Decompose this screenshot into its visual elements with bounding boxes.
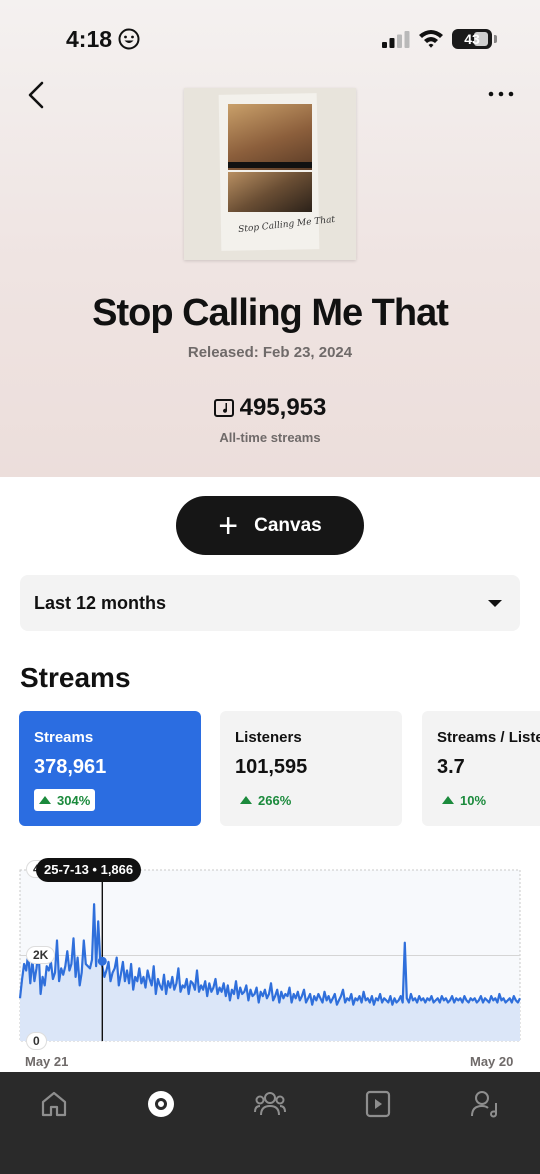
tab-campaigns[interactable] [360,1086,396,1122]
tab-home[interactable] [36,1086,72,1122]
arrow-up-icon [39,796,51,804]
metric-value: 101,595 [235,756,308,778]
metric-label: Streams [34,729,94,746]
section-title: Streams [20,662,131,693]
metric-card-listeners[interactable]: Listeners 101,595 266% [220,711,402,826]
chart-tooltip: 25-7-13 • 1,866 [36,858,142,882]
cover-art: Stop Calling Me That [184,88,356,260]
tab-profile[interactable] [468,1086,504,1122]
status-time: 4:18 [66,26,113,52]
y-tick-label: 0 [26,1032,47,1050]
all-time-streams-value: 495,953 [239,394,327,421]
streams-chart[interactable]: 2K 0 4K 25-7-13 • 1,866 May 21 May 20 [0,850,540,1072]
canvas-button-label: Canvas [254,514,322,536]
arrow-up-icon [240,796,252,804]
wifi-icon [419,30,443,48]
y-tick-label: 2K [26,946,56,964]
metric-card-streams[interactable]: Streams 378,961 304% [19,711,201,826]
x-axis-start-label: May 21 [25,1054,69,1069]
play-square-icon [365,1090,391,1118]
music-note-icon [213,399,234,417]
tab-music[interactable] [143,1086,179,1122]
tab-audience[interactable] [252,1086,288,1122]
more-options-icon[interactable] [484,84,518,104]
disc-icon [148,1091,174,1117]
period-selected: Last 12 months [34,593,167,613]
plus-icon: + [218,506,239,545]
chevron-down-icon [488,600,502,607]
streams-chart-plot [18,869,521,1042]
chart-highlight-point [97,956,107,966]
bottom-tab-bar [0,1072,540,1174]
battery-level: 43 [464,31,480,47]
metric-value: 378,961 [34,756,107,778]
back-button[interactable] [22,78,54,112]
period-dropdown[interactable]: Last 12 months [20,575,520,631]
cover-photo-bottom [228,172,312,212]
battery-icon: 43 [452,29,492,49]
metric-label: Listeners [235,729,302,746]
metric-change-badge: 10% [437,789,491,811]
arrow-up-icon [442,796,454,804]
metric-change-badge: 304% [34,789,96,811]
metric-change-value: 304% [57,792,91,808]
metric-change-badge: 266% [235,789,296,811]
all-time-streams-label: All-time streams [219,430,321,445]
metric-card-streams-per-listener[interactable]: Streams / Listeners 3.7 10% [422,711,540,826]
track-title: Stop Calling Me That [92,292,449,334]
add-canvas-button[interactable]: + Canvas [176,496,364,555]
metric-change-value: 266% [258,792,292,808]
home-icon [41,1091,67,1117]
audience-icon [254,1092,286,1116]
metric-value: 3.7 [437,756,465,778]
all-time-streams: 495,953 [0,394,540,422]
smiley-icon [118,28,140,50]
cover-photo-top [228,104,312,170]
artist-profile-icon [471,1091,497,1118]
release-date: Released: Feb 23, 2024 [187,344,353,361]
metric-change-value: 10% [460,792,487,808]
metric-label: Streams / Listeners [437,729,540,746]
signal-icon [382,31,410,48]
status-bar: 4:18 43 [0,0,540,80]
x-axis-end-label: May 20 [470,1054,514,1069]
